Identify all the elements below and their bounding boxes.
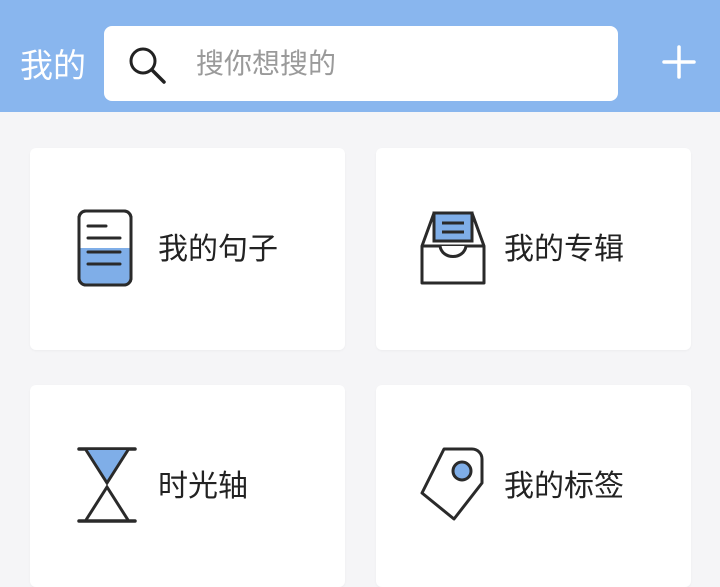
search-placeholder: 搜你想搜的 bbox=[196, 47, 337, 80]
card-my-tags[interactable]: 我的标签 bbox=[376, 385, 691, 587]
inbox-tray-icon bbox=[420, 211, 486, 285]
search-input[interactable]: 搜你想搜的 bbox=[104, 26, 618, 101]
card-label: 我的专辑 bbox=[504, 232, 624, 267]
card-my-albums[interactable]: 我的专辑 bbox=[376, 148, 691, 350]
page-title: 我的 bbox=[20, 46, 86, 85]
card-my-sentences[interactable]: 我的句子 bbox=[30, 148, 345, 350]
search-icon bbox=[129, 47, 166, 84]
plus-icon[interactable] bbox=[662, 45, 696, 79]
card-label: 我的句子 bbox=[158, 232, 278, 267]
document-icon bbox=[77, 209, 133, 287]
top-bar: 我的 搜你想搜的 bbox=[0, 0, 720, 112]
card-label: 时光轴 bbox=[158, 469, 248, 504]
tag-icon bbox=[420, 447, 484, 521]
card-label: 我的标签 bbox=[504, 469, 624, 504]
hourglass-icon bbox=[77, 447, 137, 523]
card-timeline[interactable]: 时光轴 bbox=[30, 385, 345, 587]
